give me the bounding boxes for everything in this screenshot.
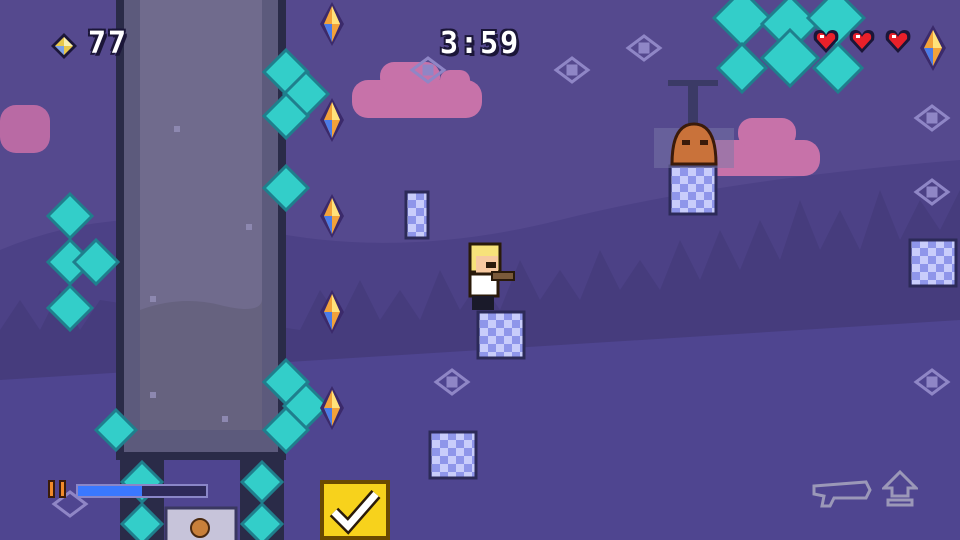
gem-counter-icon <box>51 33 77 59</box>
diamond-pickup <box>320 194 344 238</box>
diamond-pickup <box>320 98 344 142</box>
heart-icon <box>849 30 875 53</box>
game-scene <box>0 0 960 540</box>
switch-box <box>164 506 238 540</box>
ice-block <box>428 430 478 480</box>
water-cannon-icon[interactable] <box>810 478 874 508</box>
confirm-button[interactable] <box>320 480 390 540</box>
ice-block <box>404 190 430 240</box>
water-tank-bar <box>76 484 208 498</box>
gem-count: 77 <box>88 26 129 61</box>
mudd-enemy <box>654 80 734 168</box>
ice-block <box>668 164 718 216</box>
crystal-cluster-top-right <box>711 0 867 95</box>
ice-block <box>908 238 958 288</box>
heart-icon <box>813 30 839 53</box>
jump-arrow-icon[interactable] <box>882 470 918 508</box>
checkmark-icon <box>329 490 381 535</box>
level-timer: 3:59 <box>440 26 521 61</box>
water-tank-fill <box>78 486 142 496</box>
pause-button[interactable] <box>48 478 72 500</box>
diamond-pickup <box>320 2 344 46</box>
cloud-center <box>352 62 482 118</box>
stone-tower <box>116 0 286 460</box>
ice-block <box>476 310 526 360</box>
hud-gem-icon <box>920 25 946 71</box>
cloud-left <box>0 105 50 153</box>
heart-icon <box>885 30 911 53</box>
pause-icon <box>48 480 55 498</box>
